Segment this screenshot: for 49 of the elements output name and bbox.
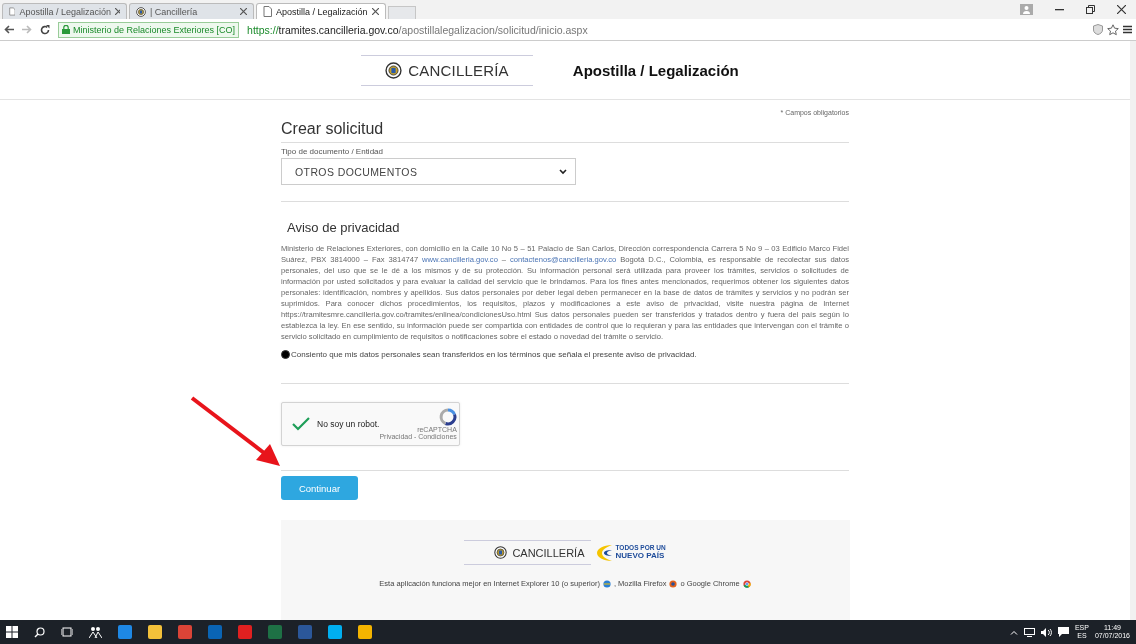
recaptcha-icon (438, 408, 457, 426)
checkmark-icon[interactable] (292, 417, 310, 431)
cancilleria-logo: CANCILLERÍA (361, 54, 533, 86)
browser-tab[interactable]: Apostilla / Legalización (256, 3, 386, 19)
captcha-label: No soy un robot. (317, 419, 380, 429)
browser-tab[interactable]: Apostilla / Legalización (2, 3, 127, 19)
consent-label: Consiento que mis datos personales sean transferidos en los términos que señala el presente aviso de privacidad. (291, 350, 697, 359)
seal-icon (136, 6, 146, 17)
chevron-down-icon (559, 168, 567, 175)
browser-tab[interactable]: | Cancillería (129, 3, 254, 19)
chat-icon[interactable] (1057, 627, 1069, 637)
page-title: Apostilla / Legalización (572, 61, 739, 79)
tab-title: Apostilla / Legalización (276, 6, 368, 17)
search-icon[interactable] (34, 626, 45, 638)
minimize-icon[interactable] (1055, 8, 1064, 11)
speaker-icon[interactable] (1040, 627, 1052, 637)
network-icon[interactable] (1023, 627, 1035, 637)
page-icon (9, 6, 16, 17)
globe-icon (669, 579, 678, 588)
document-type-select[interactable]: OTROS DOCUMENTOS (281, 158, 576, 185)
site-identity-badge[interactable]: Ministerio de Relaciones Exteriores [CO] (58, 21, 240, 38)
task-view-icon[interactable] (61, 627, 73, 637)
swoosh-icon (594, 542, 613, 563)
menu-icon[interactable] (1123, 25, 1132, 34)
back-arrow-icon[interactable] (4, 25, 14, 34)
cancilleria-logo: CANCILLERÍA (464, 540, 591, 565)
seal-icon (385, 61, 403, 79)
tab-title: Apostilla / Legalización (19, 6, 111, 17)
field-label: Tipo de documento / Entidad (281, 147, 384, 156)
section-heading: Aviso de privacidad (286, 219, 401, 235)
close-icon[interactable] (240, 8, 247, 15)
address-url[interactable]: https://tramites.cancilleria.gov.co/apostillalegalizacion/solicitud/inicio.aspx (247, 23, 588, 36)
page-icon (263, 6, 272, 17)
close-icon[interactable] (372, 8, 379, 15)
close-icon[interactable] (1117, 5, 1126, 14)
star-icon[interactable] (1107, 23, 1119, 36)
tab-title: | Cancillería (150, 6, 198, 17)
reload-icon[interactable] (40, 24, 50, 35)
globe-icon (602, 579, 611, 588)
consent-radio[interactable] (281, 350, 290, 359)
shield-icon[interactable] (1093, 24, 1103, 35)
chevron-up-icon[interactable] (1009, 629, 1018, 635)
seal-icon (494, 546, 508, 559)
restore-icon[interactable] (1086, 5, 1095, 14)
form-heading: Crear solicitud (281, 116, 849, 143)
lock-icon (62, 25, 70, 34)
windows-logo-icon[interactable] (6, 626, 18, 638)
people-icon[interactable] (89, 626, 102, 638)
close-icon[interactable] (115, 8, 120, 15)
